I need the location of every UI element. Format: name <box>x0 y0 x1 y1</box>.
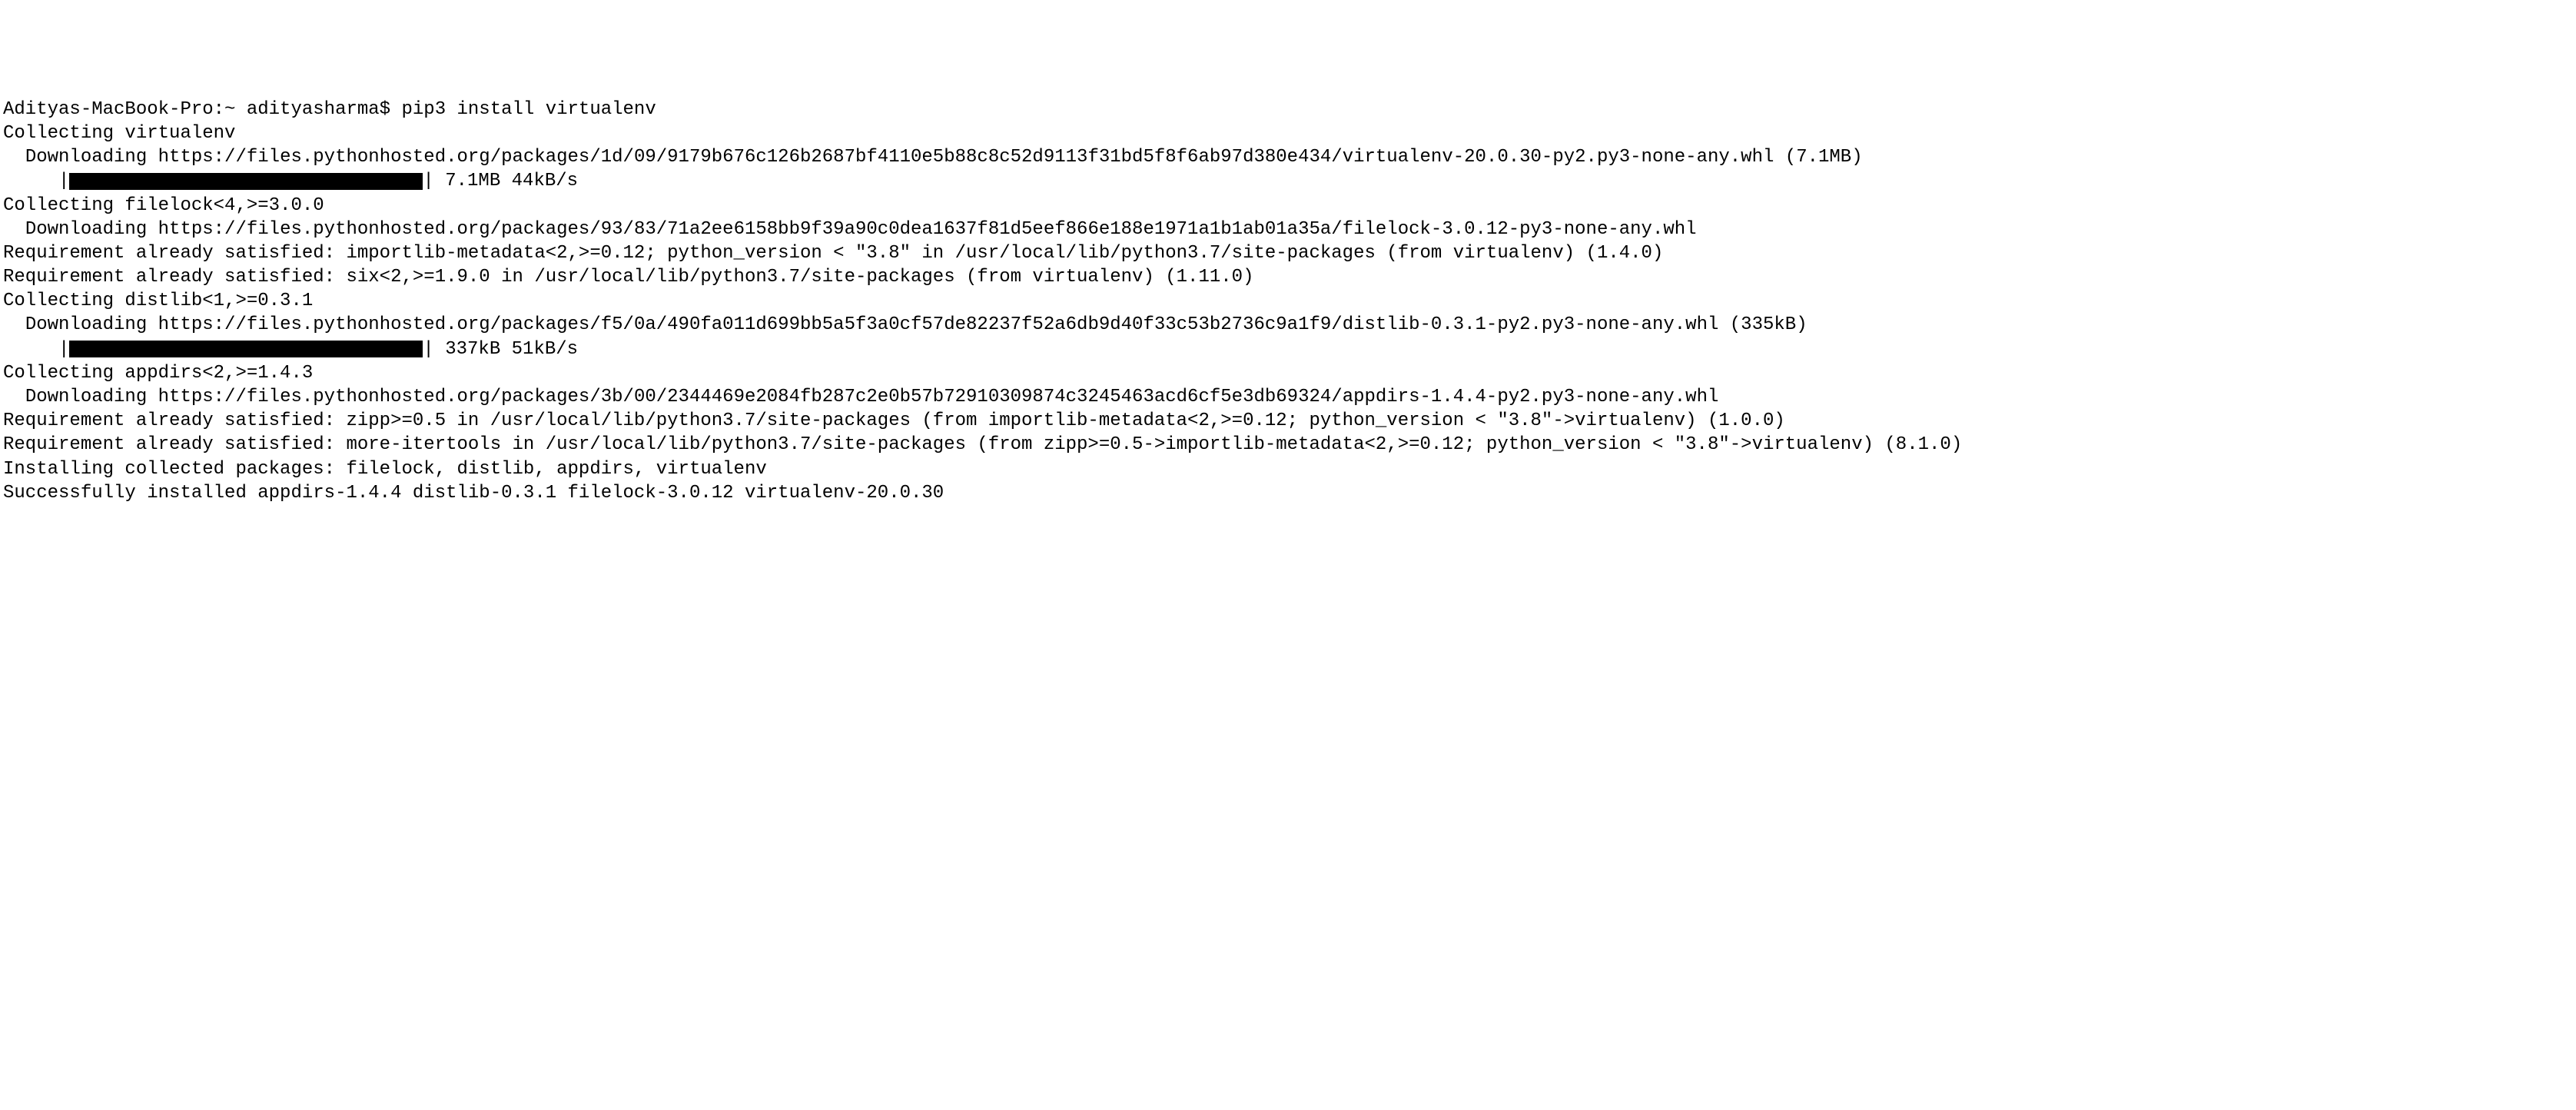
output-line: Collecting distlib<1,>=0.3.1 <box>3 289 2573 313</box>
output-line: Requirement already satisfied: importlib… <box>3 241 2573 265</box>
progress-prefix: | <box>3 337 69 361</box>
progress-line: | | 337kB 51kB/s <box>3 337 2573 361</box>
progress-bar-icon <box>69 341 423 357</box>
prompt-line: Adityas-MacBook-Pro:~ adityasharma$ pip3… <box>3 98 2573 121</box>
shell-prompt: Adityas-MacBook-Pro:~ adityasharma$ <box>3 99 401 120</box>
progress-suffix: | 337kB 51kB/s <box>423 337 578 361</box>
progress-bar-icon <box>69 173 423 190</box>
output-line: Requirement already satisfied: six<2,>=1… <box>3 265 2573 289</box>
output-line: Collecting appdirs<2,>=1.4.3 <box>3 361 2573 385</box>
output-line: Collecting virtualenv <box>3 121 2573 145</box>
output-line: Requirement already satisfied: zipp>=0.5… <box>3 409 2573 433</box>
progress-suffix: | 7.1MB 44kB/s <box>423 169 578 193</box>
output-line: Installing collected packages: filelock,… <box>3 457 2573 481</box>
output-line: Downloading https://files.pythonhosted.o… <box>3 145 2573 169</box>
terminal-output[interactable]: Adityas-MacBook-Pro:~ adityasharma$ pip3… <box>3 98 2573 505</box>
output-line: Downloading https://files.pythonhosted.o… <box>3 313 2573 337</box>
progress-prefix: | <box>3 169 69 193</box>
output-line: Downloading https://files.pythonhosted.o… <box>3 218 2573 241</box>
progress-line: | | 7.1MB 44kB/s <box>3 169 2573 193</box>
output-line: Requirement already satisfied: more-iter… <box>3 433 2573 457</box>
output-line: Collecting filelock<4,>=3.0.0 <box>3 194 2573 218</box>
output-line: Downloading https://files.pythonhosted.o… <box>3 385 2573 409</box>
output-line: Successfully installed appdirs-1.4.4 dis… <box>3 481 2573 505</box>
command-text: pip3 install virtualenv <box>401 99 656 120</box>
